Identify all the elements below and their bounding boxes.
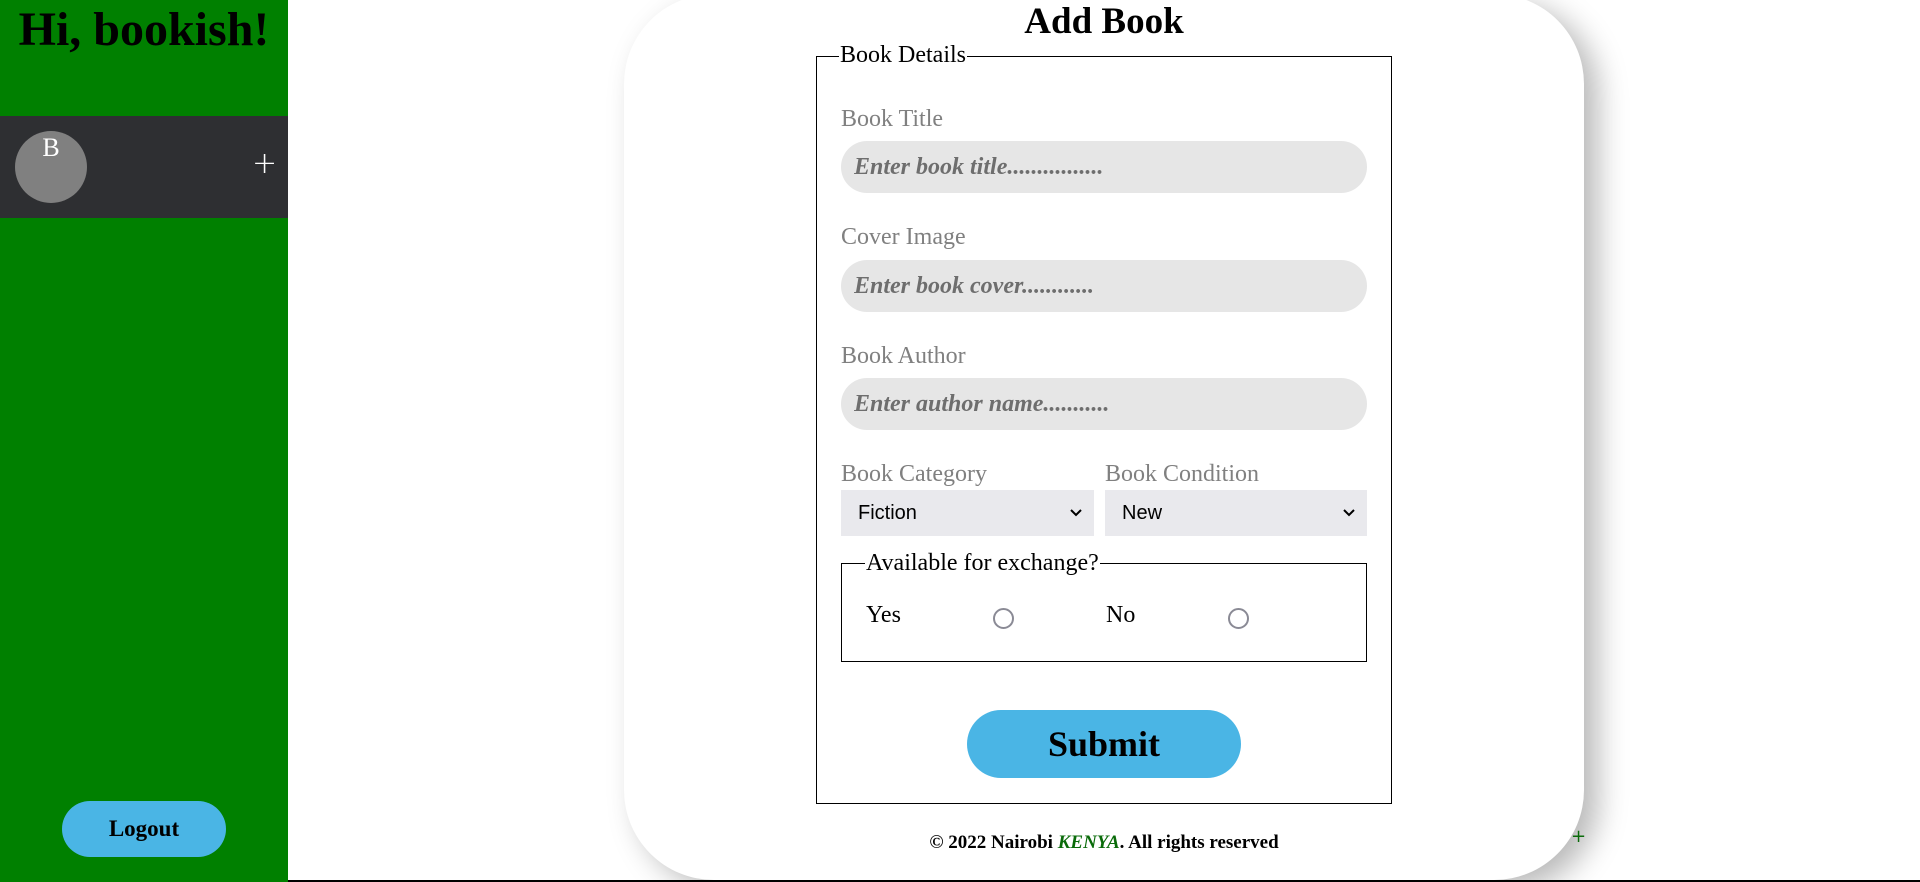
add-book-button[interactable]: + (252, 146, 277, 181)
user-bar: B + (0, 116, 288, 218)
book-category-label: Book Category (841, 461, 987, 487)
sidebar: Hi, bookish! B + Logout (0, 0, 288, 882)
book-details-legend: Book Details (839, 42, 967, 69)
footer-copyright: © 2022 Nairobi (929, 832, 1058, 853)
greeting-heading: Hi, bookish! (18, 3, 270, 56)
book-title-label: Book Title (841, 106, 944, 132)
cover-image-label: Cover Image (841, 224, 966, 250)
logout-button[interactable]: Logout (62, 801, 226, 857)
exchange-no-radio[interactable] (1228, 608, 1249, 629)
footer: © 2022 Nairobi KENYA. All rights reserve… (624, 832, 1584, 854)
book-title-input[interactable] (841, 141, 1367, 193)
book-category-select[interactable]: Fiction (841, 490, 1094, 536)
exchange-yes-label: Yes (866, 602, 901, 628)
page-title: Add Book (1024, 1, 1184, 42)
chevron-down-icon (1070, 509, 1082, 517)
footer-rights: . All rights reserved (1119, 832, 1279, 853)
chevron-down-icon (1343, 509, 1355, 517)
book-condition-value: New (1122, 502, 1163, 524)
corner-plus-icon: + (1571, 826, 1587, 847)
submit-button[interactable]: Submit (967, 710, 1241, 778)
exchange-yes-radio[interactable] (993, 608, 1014, 629)
exchange-fieldset (841, 563, 1367, 662)
book-author-label: Book Author (841, 343, 966, 369)
book-author-input[interactable] (841, 378, 1367, 430)
exchange-legend: Available for exchange? (865, 550, 1100, 577)
book-condition-label: Book Condition (1105, 461, 1260, 487)
book-category-value: Fiction (858, 502, 917, 524)
footer-country: KENYA (1057, 832, 1120, 853)
book-condition-select[interactable]: New (1105, 490, 1367, 536)
exchange-no-label: No (1106, 602, 1136, 628)
cover-image-input[interactable] (841, 260, 1367, 312)
avatar[interactable]: B (15, 131, 87, 203)
